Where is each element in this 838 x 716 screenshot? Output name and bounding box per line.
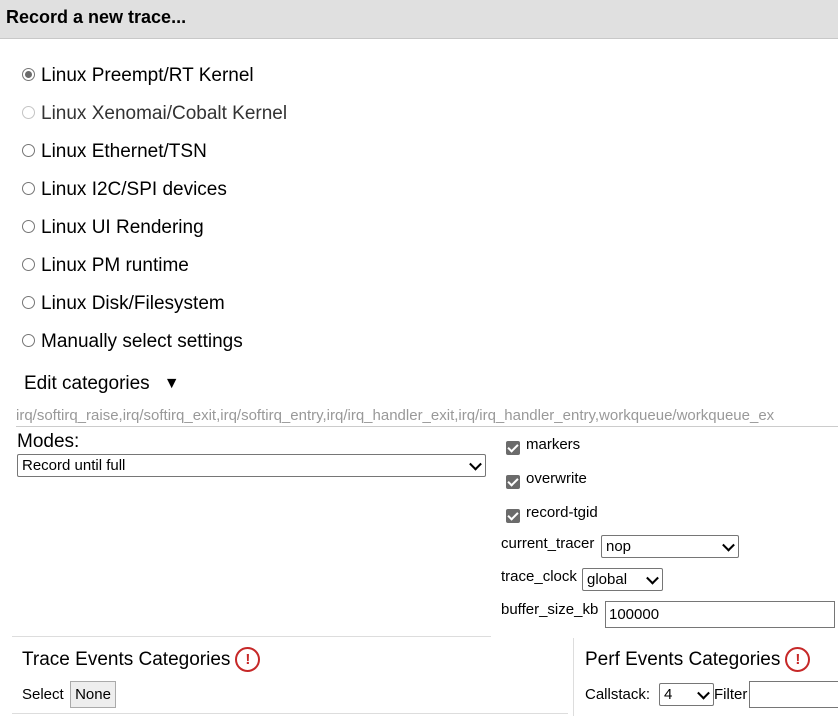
trace-events-title: Trace Events Categories [22, 648, 231, 670]
trace-events-header: Trace Events Categories ! [22, 647, 261, 672]
callstack-value: 4 [664, 686, 673, 703]
current-tracer-label: current_tracer [501, 535, 595, 552]
trace-clock-value: global [587, 571, 628, 588]
checkbox-checked-icon[interactable] [506, 475, 520, 489]
preset-label: Linux PM runtime [41, 255, 189, 276]
preset-manual[interactable]: Manually select settings [22, 331, 243, 353]
preset-pm-runtime[interactable]: Linux PM runtime [22, 255, 189, 277]
triangle-down-icon: ▼ [163, 375, 180, 392]
edit-categories-label: Edit categories [24, 373, 150, 394]
filter-input[interactable] [749, 681, 838, 708]
select-none-button[interactable]: None [70, 681, 116, 708]
preset-disk-filesystem[interactable]: Linux Disk/Filesystem [22, 293, 225, 315]
preset-label: Linux I2C/SPI devices [41, 179, 227, 200]
checkbox-checked-icon[interactable] [506, 509, 520, 523]
warning-icon[interactable]: ! [235, 647, 261, 672]
warning-icon[interactable]: ! [785, 647, 811, 672]
radio-button[interactable] [22, 295, 35, 309]
option-record-tgid[interactable]: record-tgid [506, 501, 598, 523]
preset-ui-rendering[interactable]: Linux UI Rendering [22, 217, 204, 239]
radio-button[interactable] [22, 333, 35, 347]
divider [12, 636, 491, 637]
option-overwrite[interactable]: overwrite [506, 467, 587, 489]
preset-xenomai-cobalt[interactable]: Linux Xenomai/Cobalt Kernel [22, 103, 287, 125]
perf-events-title: Perf Events Categories [585, 648, 781, 670]
categories-input[interactable]: irq/softirq_raise,irq/softirq_exit,irq/s… [16, 406, 838, 427]
radio-button[interactable] [22, 257, 35, 271]
preset-label: Linux Ethernet/TSN [41, 141, 207, 162]
chevron-down-icon [697, 686, 710, 700]
radio-button[interactable] [22, 143, 35, 157]
dialog-title: Record a new trace... [6, 7, 187, 27]
divider [573, 638, 574, 716]
preset-ethernet-tsn[interactable]: Linux Ethernet/TSN [22, 141, 207, 163]
chevron-down-icon [722, 538, 735, 552]
radio-button[interactable] [22, 105, 35, 119]
preset-label: Linux Xenomai/Cobalt Kernel [41, 103, 288, 124]
option-markers[interactable]: markers [506, 433, 580, 455]
checkbox-checked-icon[interactable] [506, 441, 520, 455]
callstack-select[interactable]: 4 [659, 683, 714, 706]
current-tracer-value: nop [606, 538, 632, 555]
buffer-size-input[interactable]: 100000 [605, 601, 835, 628]
callstack-label: Callstack: [585, 686, 651, 703]
radio-button[interactable] [22, 67, 35, 81]
modes-label: Modes: [17, 431, 80, 452]
option-label: markers [526, 435, 581, 453]
current-tracer-select[interactable]: nop [601, 535, 739, 558]
modes-select[interactable]: Record until full [17, 454, 486, 477]
filter-label: Filter [714, 686, 748, 703]
preset-label: Linux Disk/Filesystem [41, 293, 225, 314]
preset-label: Linux Preempt/RT Kernel [41, 65, 254, 86]
trace-clock-label: trace_clock [501, 568, 577, 585]
option-label: overwrite [526, 469, 587, 487]
preset-label: Manually select settings [41, 331, 243, 352]
divider [12, 713, 568, 714]
buffer-size-label: buffer_size_kb [501, 601, 599, 618]
option-label: record-tgid [526, 503, 598, 521]
perf-events-header: Perf Events Categories ! [585, 647, 811, 672]
trace-clock-select[interactable]: global [582, 568, 663, 591]
select-label: Select [22, 686, 64, 703]
radio-button[interactable] [22, 181, 35, 195]
preset-preempt-rt[interactable]: Linux Preempt/RT Kernel [22, 65, 254, 87]
preset-label: Linux UI Rendering [41, 217, 204, 238]
chevron-down-icon [469, 457, 482, 471]
dialog-header: Record a new trace... [0, 0, 838, 39]
edit-categories-toggle[interactable]: Edit categories ▼ [24, 373, 180, 395]
preset-i2c-spi[interactable]: Linux I2C/SPI devices [22, 179, 227, 201]
radio-button[interactable] [22, 219, 35, 233]
chevron-down-icon [646, 571, 659, 585]
modes-selected-value: Record until full [22, 457, 126, 474]
